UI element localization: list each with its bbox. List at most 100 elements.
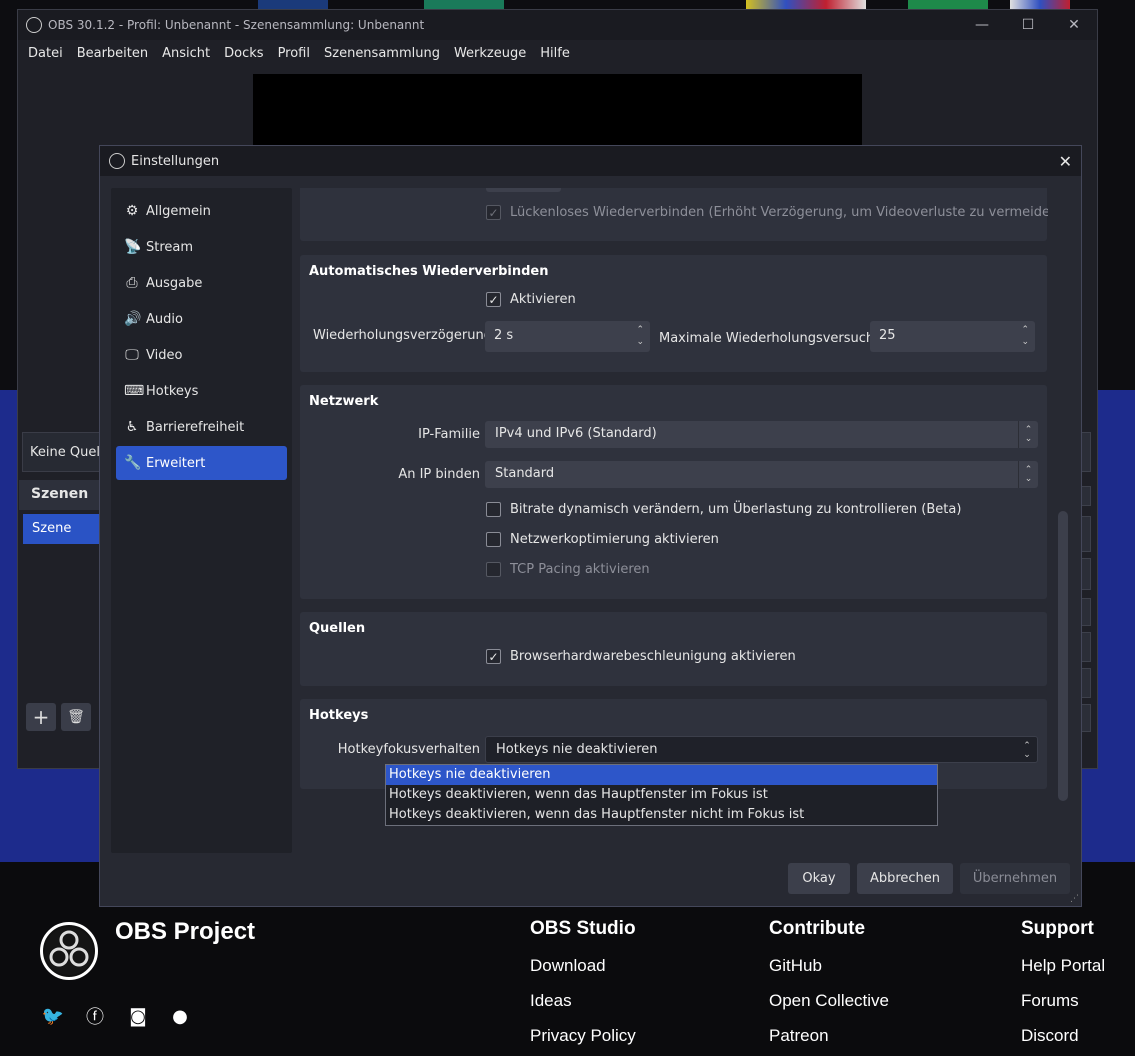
network-optim-row[interactable]: Netzwerkoptimierung aktivieren	[486, 532, 719, 547]
add-scene-button[interactable]: +	[26, 703, 56, 731]
window-controls: — ☐ ✕	[959, 10, 1097, 40]
dropdown-option[interactable]: Hotkeys nie deaktivieren	[386, 765, 937, 785]
ip-family-select[interactable]: IPv4 und IPv6 (Standard) ⌃ ⌄	[485, 421, 1038, 448]
discord-icon[interactable]: ◙	[128, 1006, 148, 1027]
max-retries-label: Maximale Wiederholungsversuche	[659, 331, 883, 346]
sidebar-item-allgemein[interactable]: ⚙ Allgemein	[116, 194, 287, 228]
maximize-icon[interactable]: ☐	[1005, 10, 1051, 40]
sidebar-item-hotkeys[interactable]: ⌨ Hotkeys	[116, 374, 287, 408]
auto-reconnect-enable-checkbox[interactable]: ✓	[486, 292, 501, 307]
recording-group-partial: ✓ Lückenloses Wiederverbinden (Erhöht Ve…	[300, 188, 1048, 241]
obs-logo-icon[interactable]	[40, 922, 98, 980]
auto-reconnect-enable-row[interactable]: ✓ Aktivieren	[486, 292, 576, 307]
spin-arrows-icon[interactable]: ⌃ ⌄	[636, 324, 644, 348]
wrench-icon: 🔧	[124, 455, 142, 471]
github-icon[interactable]: ●	[170, 1006, 190, 1027]
okay-button[interactable]: Okay	[788, 863, 850, 894]
max-retries-spinbox[interactable]: 25 ⌃ ⌄	[870, 321, 1035, 352]
facebook-icon[interactable]: ⓕ	[85, 1006, 105, 1028]
obs-window-title: OBS 30.1.2 - Profil: Unbenannt - Szenens…	[48, 18, 425, 32]
hotkey-focus-select[interactable]: Hotkeys nie deaktivieren ⌃ ⌄	[485, 736, 1038, 763]
sidebar-item-video[interactable]: 🖵 Video	[116, 338, 287, 372]
auto-reconnect-enable-label: Aktivieren	[510, 292, 576, 307]
menu-werkzeuge[interactable]: Werkzeuge	[447, 46, 533, 61]
dynamic-bitrate-checkbox[interactable]	[486, 502, 501, 517]
sidebar-item-barrierefreiheit[interactable]: ♿ Barrierefreiheit	[116, 410, 287, 444]
tcp-pacing-label: TCP Pacing aktivieren	[510, 562, 650, 577]
footer-link-github[interactable]: GitHub	[769, 953, 889, 988]
dynamic-bitrate-row[interactable]: Bitrate dynamisch verändern, um Überlast…	[486, 502, 961, 517]
preview-canvas[interactable]	[253, 74, 862, 154]
menu-docks[interactable]: Docks	[217, 46, 270, 61]
spin-arrows-icon[interactable]: ⌃ ⌄	[1021, 324, 1029, 348]
chevron-updown-icon[interactable]: ⌃ ⌄	[1018, 421, 1038, 448]
group-title: Automatisches Wiederverbinden	[309, 264, 549, 279]
menu-datei[interactable]: Datei	[21, 46, 70, 61]
browser-hw-accel-checkbox[interactable]: ✓	[486, 649, 501, 664]
menu-szenensammlung[interactable]: Szenensammlung	[317, 46, 447, 61]
network-optim-label: Netzwerkoptimierung aktivieren	[510, 532, 719, 547]
sidebar-item-ausgabe[interactable]: ⎙ Ausgabe	[116, 266, 287, 300]
footer-link-patreon[interactable]: Patreon	[769, 1023, 889, 1056]
sidebar-item-label: Hotkeys	[146, 383, 199, 399]
dropdown-option[interactable]: Hotkeys deaktivieren, wenn das Hauptfens…	[386, 805, 937, 825]
menu-ansicht[interactable]: Ansicht	[155, 46, 217, 61]
footer-link-discord[interactable]: Discord	[1021, 1023, 1105, 1056]
sidebar-item-label: Ausgabe	[146, 275, 203, 291]
cancel-button[interactable]: Abbrechen	[857, 863, 953, 894]
chevron-updown-icon[interactable]: ⌃ ⌄	[1017, 737, 1037, 764]
settings-scrollbar[interactable]	[1058, 511, 1068, 801]
hotkey-focus-dropdown-list: Hotkeys nie deaktivieren Hotkeys deaktiv…	[385, 764, 938, 826]
footer-link-open-collective[interactable]: Open Collective	[769, 988, 889, 1023]
group-title: Hotkeys	[309, 708, 369, 723]
browser-hw-accel-row[interactable]: ✓ Browserhardwarebeschleunigung aktivier…	[486, 649, 796, 664]
sidebar-item-stream[interactable]: 📡 Stream	[116, 230, 287, 264]
menu-hilfe[interactable]: Hilfe	[533, 46, 577, 61]
seamless-reconnect-label: Lückenloses Wiederverbinden (Erhöht Verz…	[510, 205, 1048, 220]
twitter-icon[interactable]: 🐦	[42, 1006, 64, 1027]
obs-titlebar: OBS 30.1.2 - Profil: Unbenannt - Szenens…	[18, 10, 1097, 40]
menu-bearbeiten[interactable]: Bearbeiten	[70, 46, 155, 61]
sidebar-item-erweitert[interactable]: 🔧 Erweitert	[116, 446, 287, 480]
footer-link-help-portal[interactable]: Help Portal	[1021, 953, 1105, 988]
footer-column-contribute: Contribute GitHub Open Collective Patreo…	[769, 918, 889, 1056]
retry-delay-label: Wiederholungsverzögerung	[313, 328, 492, 343]
auto-reconnect-group: Automatisches Wiederverbinden ✓ Aktivier…	[300, 255, 1047, 372]
minimize-icon[interactable]: —	[959, 10, 1005, 40]
scene-list-item[interactable]: Szene	[23, 514, 101, 544]
retry-delay-value: 2 s	[494, 328, 514, 343]
browser-hw-accel-label: Browserhardwarebeschleunigung aktivieren	[510, 649, 796, 664]
hotkey-focus-label: Hotkeyfokusverhalten	[337, 742, 480, 757]
resize-grip-icon[interactable]: ⋰	[1070, 894, 1079, 904]
close-icon[interactable]: ✕	[1051, 10, 1097, 40]
retry-delay-spinbox[interactable]: 2 s ⌃ ⌄	[485, 321, 650, 352]
footer-link-forums[interactable]: Forums	[1021, 988, 1105, 1023]
speaker-icon: 🔊	[124, 311, 142, 327]
bind-ip-select[interactable]: Standard ⌃ ⌄	[485, 461, 1038, 488]
close-icon[interactable]: ✕	[1059, 152, 1072, 171]
sidebar-item-audio[interactable]: 🔊 Audio	[116, 302, 287, 336]
footer-column-support: Support Help Portal Forums Discord	[1021, 918, 1105, 1056]
group-title: Quellen	[309, 621, 366, 636]
network-optim-checkbox[interactable]	[486, 532, 501, 547]
footer-link-privacy[interactable]: Privacy Policy	[530, 1023, 636, 1056]
obs-app-icon	[109, 153, 125, 169]
tcp-pacing-row: TCP Pacing aktivieren	[486, 562, 650, 577]
bind-ip-label: An IP binden	[398, 467, 480, 482]
footer-column-title: OBS Studio	[530, 918, 636, 939]
menu-profil[interactable]: Profil	[271, 46, 317, 61]
footer-link-download[interactable]: Download	[530, 953, 636, 988]
scenes-dock-title: Szenen	[19, 480, 109, 510]
hotkey-focus-value: Hotkeys nie deaktivieren	[496, 742, 658, 757]
dropdown-option[interactable]: Hotkeys deaktivieren, wenn das Hauptfens…	[386, 785, 937, 805]
apply-button: Übernehmen	[960, 863, 1070, 894]
remove-scene-button[interactable]: 🗑	[61, 703, 91, 731]
dynamic-bitrate-label: Bitrate dynamisch verändern, um Überlast…	[510, 502, 962, 517]
accessibility-icon: ♿	[125, 419, 139, 435]
settings-title: Einstellungen	[131, 153, 220, 169]
max-retries-value: 25	[879, 328, 896, 343]
chevron-updown-icon[interactable]: ⌃ ⌄	[1018, 461, 1038, 488]
sidebar-item-label: Stream	[146, 239, 194, 255]
footer-brand-name[interactable]: OBS Project	[115, 918, 255, 946]
footer-link-ideas[interactable]: Ideas	[530, 988, 636, 1023]
